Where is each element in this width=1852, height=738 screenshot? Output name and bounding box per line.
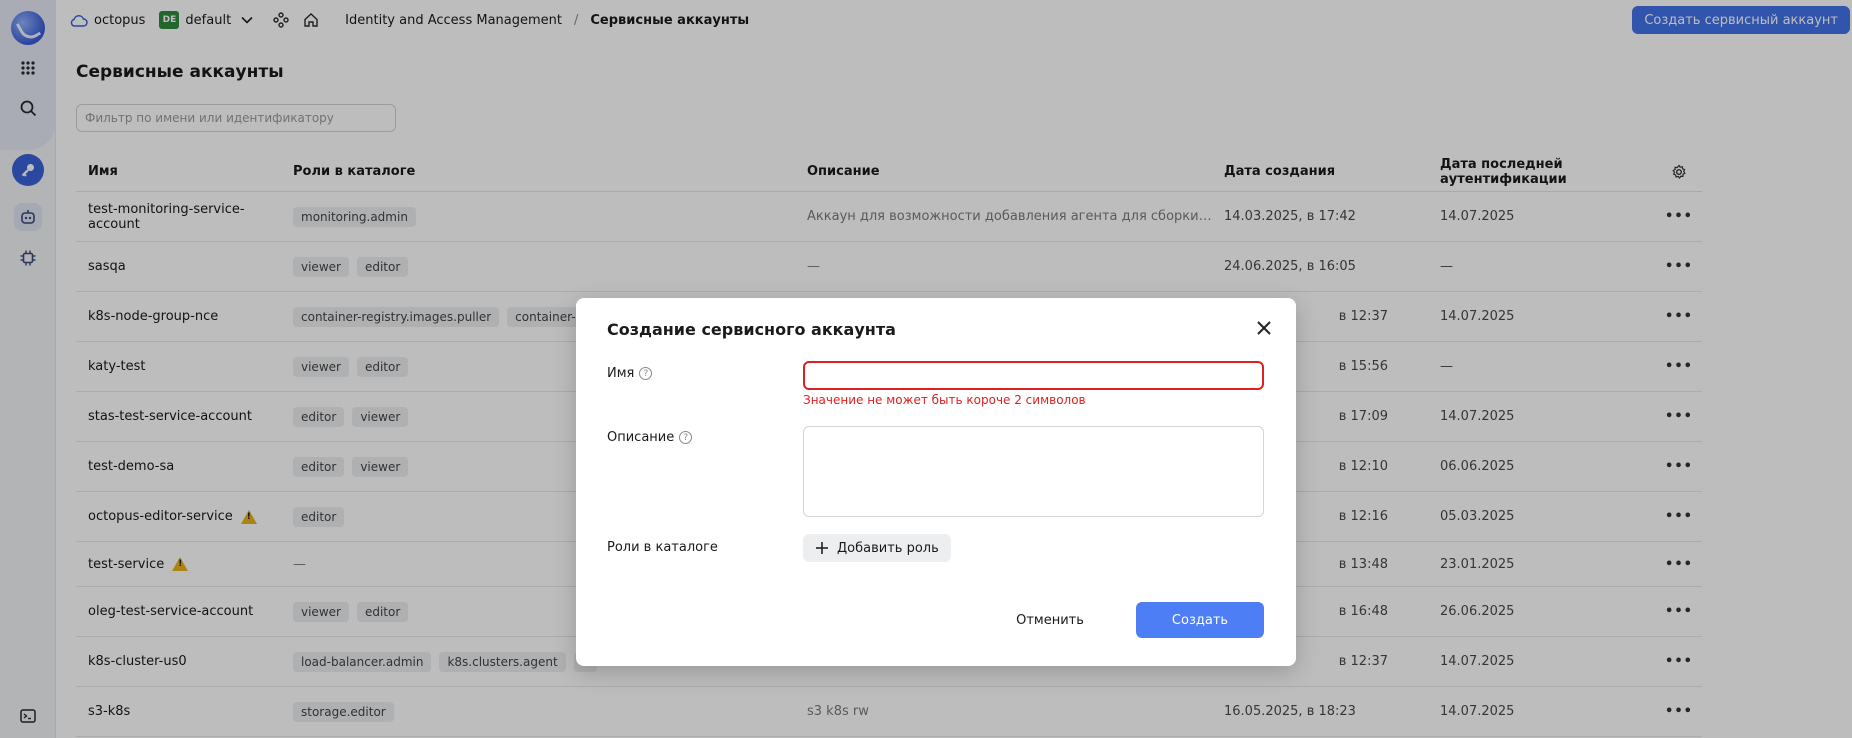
cancel-button[interactable]: Отменить [1008,602,1092,638]
description-textarea[interactable] [803,426,1264,517]
name-label: Имя [607,366,635,381]
name-label-row: Имя ? [607,366,653,381]
name-input[interactable] [803,361,1264,390]
description-label: Описание [607,430,675,445]
name-error-message: Значение не может быть короче 2 символов [803,393,1086,407]
add-role-label: Добавить роль [837,540,939,556]
help-icon[interactable]: ? [639,367,653,380]
create-button[interactable]: Создать [1136,602,1264,638]
dialog-title: Создание сервисного аккаунта [607,320,896,339]
close-button[interactable] [1254,318,1274,338]
plus-icon [816,542,828,554]
close-icon [1257,321,1271,335]
help-icon[interactable]: ? [679,431,693,444]
create-service-account-dialog: Создание сервисного аккаунта Имя ? Значе… [576,298,1296,666]
description-label-row: Описание ? [607,430,693,445]
add-role-button[interactable]: Добавить роль [803,534,951,562]
roles-label: Роли в каталоге [607,540,718,555]
